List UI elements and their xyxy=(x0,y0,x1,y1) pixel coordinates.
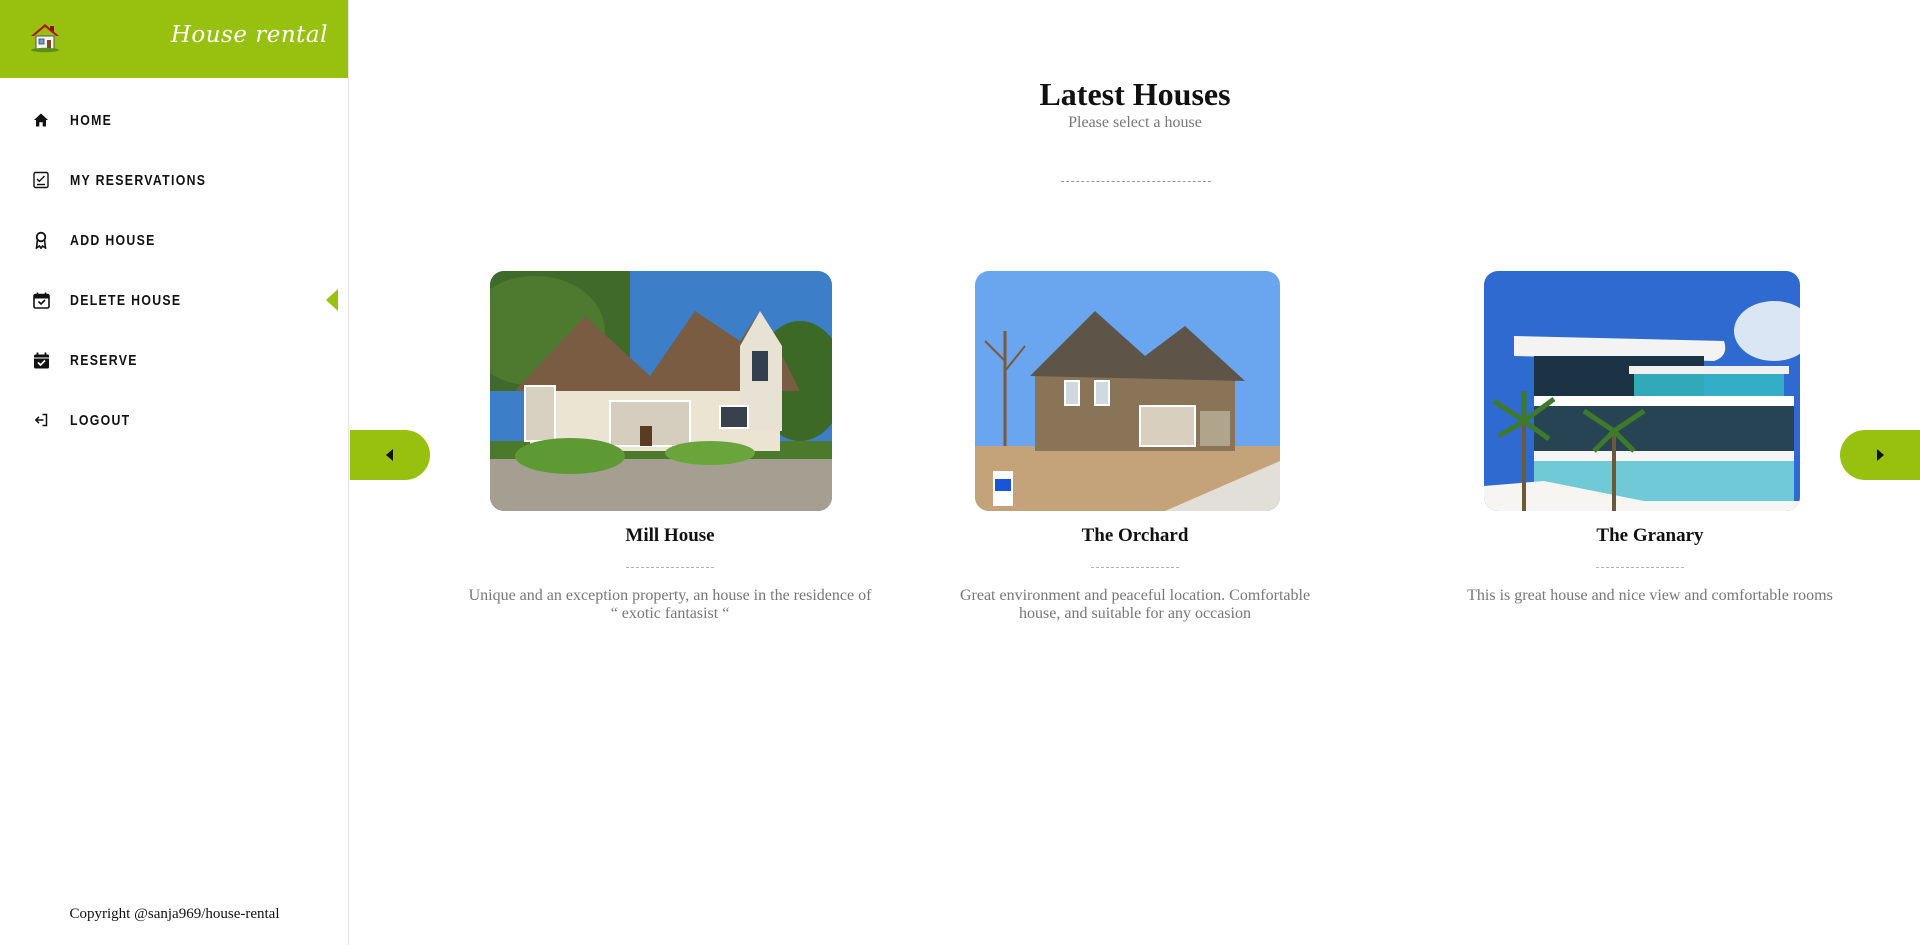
card-divider xyxy=(626,567,714,568)
house-card[interactable]: Mill House Unique and an exception prope… xyxy=(466,271,874,631)
sidebar-item-reserve[interactable]: RESERVE xyxy=(0,330,348,390)
sidebar-nav: HOME MY RESERVATIONS ADD HOUSE DELETE HO… xyxy=(0,90,348,450)
sidebar-item-label: LOGOUT xyxy=(70,411,131,429)
sidebar-item-label: ADD HOUSE xyxy=(70,231,156,249)
house-photo[interactable] xyxy=(490,271,832,511)
sidebar-item-label: DELETE HOUSE xyxy=(70,291,182,309)
house-photo[interactable] xyxy=(975,271,1280,511)
logout-icon xyxy=(32,411,50,429)
house-card[interactable]: The Orchard Great environment and peacef… xyxy=(955,271,1315,631)
sidebar-item-add-house[interactable]: ADD HOUSE xyxy=(0,210,348,270)
card-divider xyxy=(1091,567,1179,568)
house-description: Great environment and peaceful location.… xyxy=(959,587,1311,622)
sidebar-item-my-reservations[interactable]: MY RESERVATIONS xyxy=(0,150,348,210)
calendar-check-icon xyxy=(32,351,50,369)
active-indicator xyxy=(326,289,338,311)
page-title: Latest Houses xyxy=(1039,76,1231,112)
title-divider xyxy=(1061,181,1211,182)
checklist-icon xyxy=(32,171,50,189)
sidebar-item-logout[interactable]: LOGOUT xyxy=(0,390,348,450)
house-name: The Orchard xyxy=(1081,525,1189,546)
calendar-delete-icon xyxy=(32,291,50,309)
house-card[interactable]: The Granary This is great house and nice… xyxy=(1400,271,1900,631)
brand-name: House rental xyxy=(170,22,328,48)
copyright-text: Copyright @sanja969/house-rental xyxy=(69,906,280,922)
carousel-prev-button[interactable] xyxy=(350,430,430,480)
house-photo[interactable] xyxy=(1484,271,1800,511)
page-subtitle: Please select a house xyxy=(1068,114,1202,131)
add-house-icon xyxy=(32,231,50,249)
sidebar-item-home[interactable]: HOME xyxy=(0,90,348,150)
house-name: The Granary xyxy=(1596,525,1704,546)
sidebar: House rental HOME MY RESERVATIONS ADD HO… xyxy=(0,0,349,945)
house-name: Mill House xyxy=(625,525,715,546)
sidebar-item-delete-house[interactable]: DELETE HOUSE xyxy=(0,270,348,330)
house-description: Unique and an exception property, an hou… xyxy=(468,587,872,622)
brand-header: House rental xyxy=(0,0,348,78)
main-content: Latest Houses Please select a house Mill… xyxy=(350,0,1920,945)
home-icon xyxy=(32,111,50,129)
house-logo-icon[interactable] xyxy=(28,20,62,54)
sidebar-item-label: MY RESERVATIONS xyxy=(70,171,207,189)
house-description: This is great house and nice view and co… xyxy=(1467,587,1833,604)
sidebar-item-label: HOME xyxy=(70,111,113,129)
caret-left-icon xyxy=(386,449,393,461)
sidebar-item-label: RESERVE xyxy=(70,351,138,369)
card-divider xyxy=(1596,567,1684,568)
